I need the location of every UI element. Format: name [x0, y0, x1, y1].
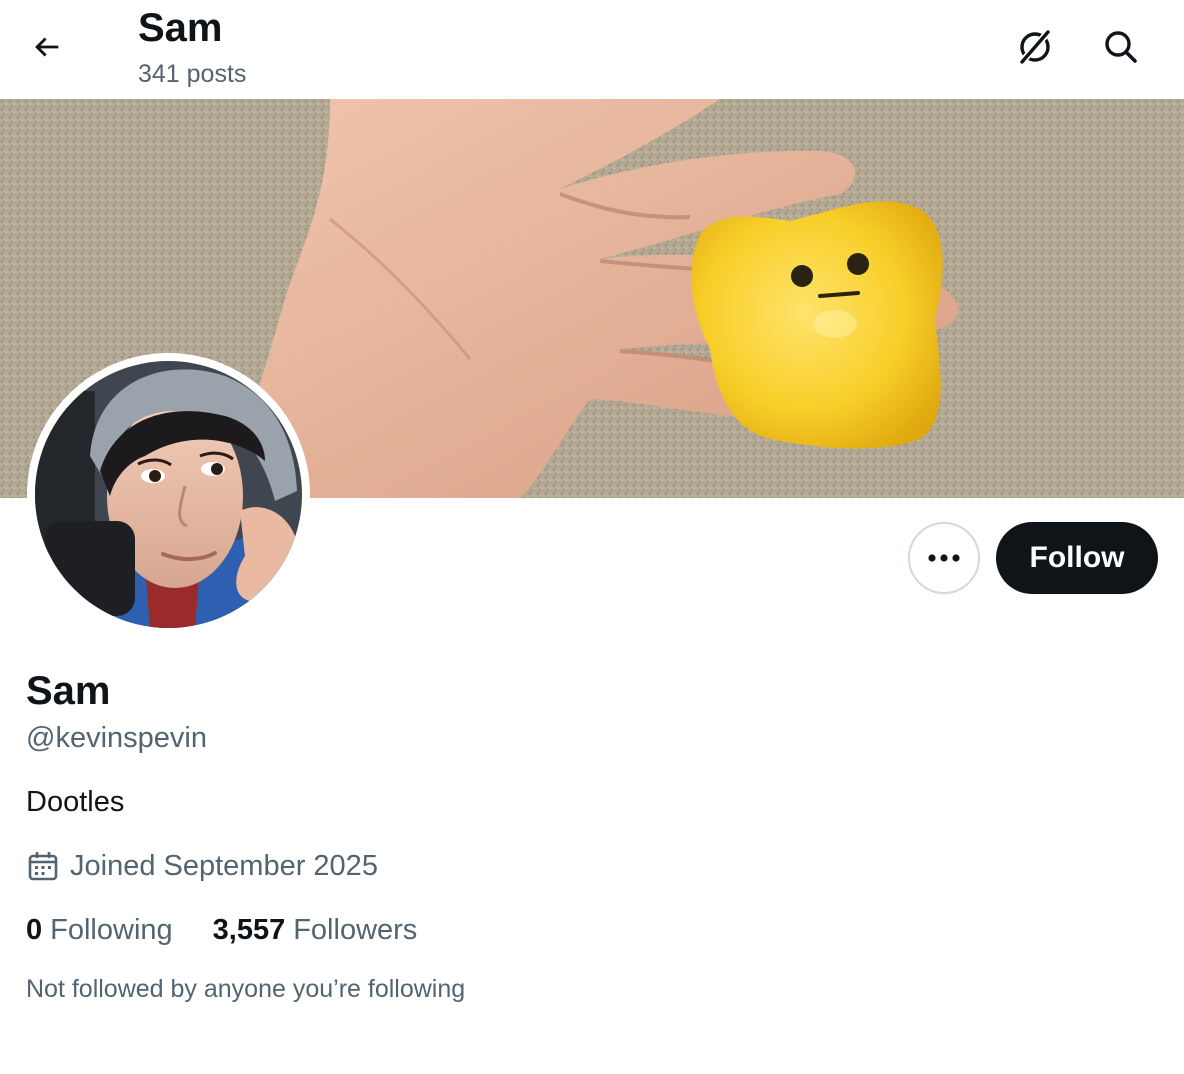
followers-count: 3,557: [212, 913, 286, 946]
header-title: Sam: [138, 6, 223, 50]
followers-link[interactable]: 3,557 Followers: [213, 914, 418, 947]
social-context: Not followed by anyone you’re following: [26, 975, 466, 1003]
back-button[interactable]: [22, 22, 72, 72]
following-count: 0: [26, 913, 43, 946]
following-link[interactable]: 0 Following: [26, 914, 173, 947]
follow-stats: 0 Following 3,557 Followers: [26, 910, 417, 950]
joined-date-text: Joined September 2025: [70, 849, 378, 882]
followers-label: Followers: [293, 913, 418, 946]
avatar-image: [35, 361, 302, 628]
calendar-icon: [28, 852, 58, 881]
top-bar: Sam 341 posts: [0, 0, 1184, 99]
more-options-button[interactable]: [908, 522, 980, 594]
header-posts-count: 341 posts: [138, 60, 247, 88]
grok-button[interactable]: [1008, 20, 1062, 74]
profile-avatar[interactable]: [27, 353, 310, 636]
follow-button[interactable]: Follow: [996, 522, 1158, 594]
profile-handle: @kevinspevin: [26, 722, 207, 754]
more-dots-icon: [928, 554, 960, 562]
search-icon: [1105, 31, 1137, 63]
profile-name: Sam: [26, 669, 111, 713]
profile-bio: Dootles: [26, 786, 125, 818]
search-button[interactable]: [1094, 20, 1148, 74]
joined-date: Joined September 2025: [26, 846, 378, 886]
avatar-image-frame: [35, 361, 302, 628]
back-arrow-icon: [35, 37, 59, 57]
header-title-block: Sam 341 posts: [138, 4, 246, 94]
grok-icon: [1018, 28, 1052, 66]
following-label: Following: [50, 913, 173, 946]
